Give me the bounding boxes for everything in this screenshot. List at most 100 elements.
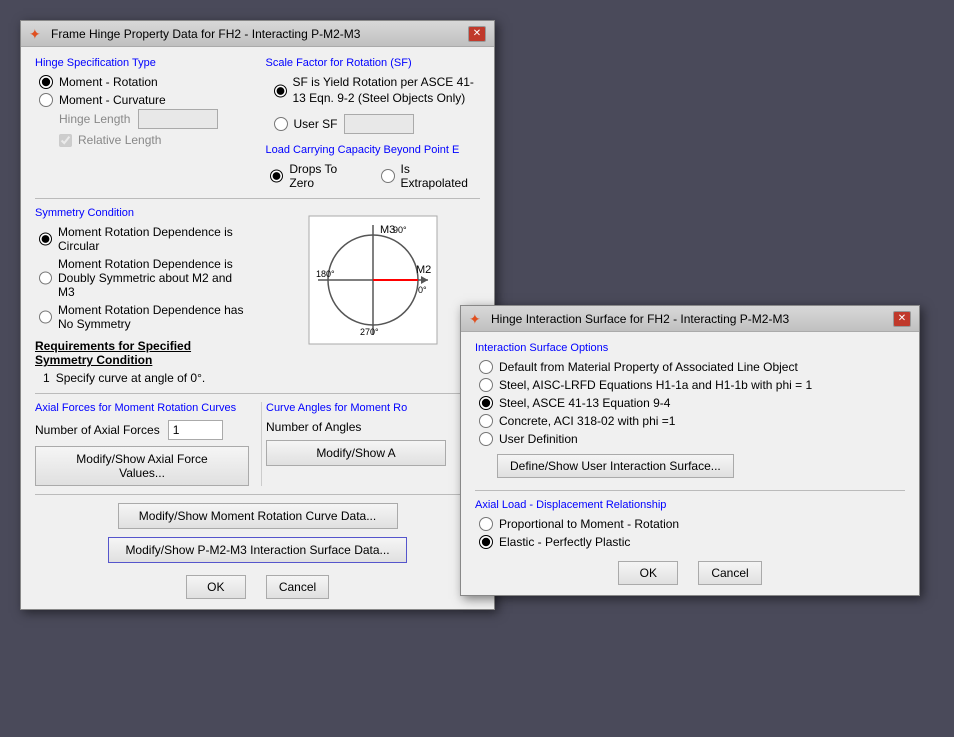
axial-left: Axial Forces for Moment Rotation Curves … [35, 402, 261, 486]
num-angles-label: Number of Angles [266, 420, 361, 434]
radio-doubly-symmetric[interactable]: Moment Rotation Dependence is Doubly Sym… [39, 257, 250, 299]
diagram-container: M3 90° M2 0° 180° 270° [266, 207, 481, 353]
radio-steel-aisc[interactable]: Steel, AISC-LRFD Equations H1-1a and H1-… [479, 378, 905, 392]
main-ok-button[interactable]: OK [186, 575, 246, 599]
scale-factor-label: Scale Factor for Rotation (SF) [266, 57, 481, 69]
svg-text:90°: 90° [393, 225, 407, 235]
hinge-spec-label: Hinge Specification Type [35, 57, 250, 69]
symmetry-left: Symmetry Condition Moment Rotation Depen… [35, 207, 250, 385]
steel-aisc-radio[interactable] [479, 378, 493, 392]
radio-circular[interactable]: Moment Rotation Dependence is Circular [39, 225, 250, 253]
moment-rotation-radio[interactable] [39, 75, 53, 89]
main-title-bar: ✦ Frame Hinge Property Data for FH2 - In… [21, 21, 494, 47]
elastic-plastic-label: Elastic - Perfectly Plastic [499, 535, 630, 549]
radio-proportional[interactable]: Proportional to Moment - Rotation [479, 517, 905, 531]
num-axial-input[interactable] [168, 420, 223, 440]
moment-rotation-label: Moment - Rotation [59, 75, 158, 89]
separator-3 [35, 494, 480, 495]
moment-diagram: M3 90° M2 0° 180° 270° [308, 215, 438, 345]
svg-text:M2: M2 [416, 264, 431, 276]
separator-1 [35, 198, 480, 199]
radio-drops-to-zero[interactable]: Drops To Zero [270, 162, 365, 190]
main-close-button[interactable]: ✕ [468, 26, 486, 42]
num-axial-label: Number of Axial Forces [35, 423, 160, 437]
load-capacity-radio-group: Drops To Zero Is Extrapolated [270, 162, 481, 190]
modify-moment-button[interactable]: Modify/Show Moment Rotation Curve Data..… [118, 503, 398, 529]
elastic-plastic-radio[interactable] [479, 535, 493, 549]
drops-to-zero-radio[interactable] [270, 169, 284, 183]
moment-curvature-label: Moment - Curvature [59, 93, 166, 107]
circular-label: Moment Rotation Dependence is Circular [58, 225, 250, 253]
concrete-aci-radio[interactable] [479, 414, 493, 428]
circular-radio[interactable] [39, 232, 52, 246]
hinge-length-row: Hinge Length [59, 109, 250, 129]
user-sf-radio[interactable] [274, 117, 288, 131]
svg-text:0°: 0° [418, 285, 427, 295]
is-extrapolated-label: Is Extrapolated [401, 162, 480, 190]
num-angles-row: Number of Angles [266, 420, 480, 434]
hinge-length-input[interactable] [138, 109, 218, 129]
define-btn-row: Define/Show User Interaction Surface... [497, 454, 905, 478]
scale-factor-section: Scale Factor for Rotation (SF) SF is Yie… [266, 57, 481, 190]
define-user-surface-button[interactable]: Define/Show User Interaction Surface... [497, 454, 734, 478]
diagram-section: M3 90° M2 0° 180° 270° [266, 207, 481, 385]
svg-text:180°: 180° [316, 269, 335, 279]
main-bottom-buttons: OK Cancel [35, 575, 480, 599]
main-content: Hinge Specification Type Moment - Rotati… [21, 47, 494, 609]
concrete-aci-label: Concrete, ACI 318-02 with phi =1 [499, 414, 675, 428]
second-title-bar: ✦ Hinge Interaction Surface for FH2 - In… [461, 306, 919, 332]
hinge-spec-section: Hinge Specification Type Moment - Rotati… [35, 57, 250, 190]
sf-yield-label: SF is Yield Rotation per ASCE 41-13 Eqn.… [293, 75, 481, 106]
req-text: Specify curve at angle of 0°. [56, 371, 206, 385]
main-cancel-button[interactable]: Cancel [266, 575, 329, 599]
radio-concrete-aci[interactable]: Concrete, ACI 318-02 with phi =1 [479, 414, 905, 428]
radio-user-definition[interactable]: User Definition [479, 432, 905, 446]
hinge-spec-radio-group: Moment - Rotation Moment - Curvature [39, 75, 250, 107]
steel-asce-radio[interactable] [479, 396, 493, 410]
action-buttons: Modify/Show Moment Rotation Curve Data..… [35, 503, 480, 563]
symmetry-label: Symmetry Condition [35, 207, 250, 219]
radio-elastic-plastic[interactable]: Elastic - Perfectly Plastic [479, 535, 905, 549]
relative-length-label: Relative Length [78, 133, 161, 147]
relative-length-checkbox[interactable] [59, 134, 72, 147]
radio-no-symmetry[interactable]: Moment Rotation Dependence has No Symmet… [39, 303, 250, 331]
radio-sf-yield[interactable]: SF is Yield Rotation per ASCE 41-13 Eqn.… [274, 75, 481, 106]
requirements-title: Requirements for Specified Symmetry Cond… [35, 339, 250, 367]
curve-angles-label: Curve Angles for Moment Ro [266, 402, 480, 414]
hinge-length-label: Hinge Length [59, 112, 130, 126]
modify-interaction-button[interactable]: Modify/Show P-M2-M3 Interaction Surface … [108, 537, 406, 563]
radio-is-extrapolated[interactable]: Is Extrapolated [381, 162, 480, 190]
no-symmetry-label: Moment Rotation Dependence has No Symmet… [58, 303, 250, 331]
user-sf-label: User SF [294, 117, 338, 131]
requirements-item-1: 1 Specify curve at angle of 0°. [43, 371, 250, 385]
no-symmetry-radio[interactable] [39, 310, 52, 324]
modify-angles-button[interactable]: Modify/Show A [266, 440, 446, 466]
second-close-button[interactable]: ✕ [893, 311, 911, 327]
user-definition-label: User Definition [499, 432, 578, 446]
doubly-symmetric-radio[interactable] [39, 271, 52, 285]
default-material-label: Default from Material Property of Associ… [499, 360, 798, 374]
radio-steel-asce[interactable]: Steel, ASCE 41-13 Equation 9-4 [479, 396, 905, 410]
second-dialog: ✦ Hinge Interaction Surface for FH2 - In… [460, 305, 920, 596]
radio-default-material[interactable]: Default from Material Property of Associ… [479, 360, 905, 374]
moment-curvature-radio[interactable] [39, 93, 53, 107]
proportional-radio[interactable] [479, 517, 493, 531]
second-ok-button[interactable]: OK [618, 561, 678, 585]
sf-yield-radio[interactable] [274, 84, 287, 98]
default-material-radio[interactable] [479, 360, 493, 374]
steel-aisc-label: Steel, AISC-LRFD Equations H1-1a and H1-… [499, 378, 812, 392]
second-cancel-button[interactable]: Cancel [698, 561, 761, 585]
user-definition-radio[interactable] [479, 432, 493, 446]
proportional-label: Proportional to Moment - Rotation [499, 517, 679, 531]
radio-moment-curvature[interactable]: Moment - Curvature [39, 93, 250, 107]
second-content: Interaction Surface Options Default from… [461, 332, 919, 595]
relative-length-row: Relative Length [59, 133, 250, 147]
main-dialog-title: Frame Hinge Property Data for FH2 - Inte… [51, 27, 360, 41]
req-num: 1 [43, 371, 50, 385]
main-dialog: ✦ Frame Hinge Property Data for FH2 - In… [20, 20, 495, 610]
user-sf-input[interactable] [344, 114, 414, 134]
modify-axial-button[interactable]: Modify/Show Axial Force Values... [35, 446, 249, 486]
radio-user-sf[interactable]: User SF [274, 114, 481, 134]
is-extrapolated-radio[interactable] [381, 169, 395, 183]
radio-moment-rotation[interactable]: Moment - Rotation [39, 75, 250, 89]
